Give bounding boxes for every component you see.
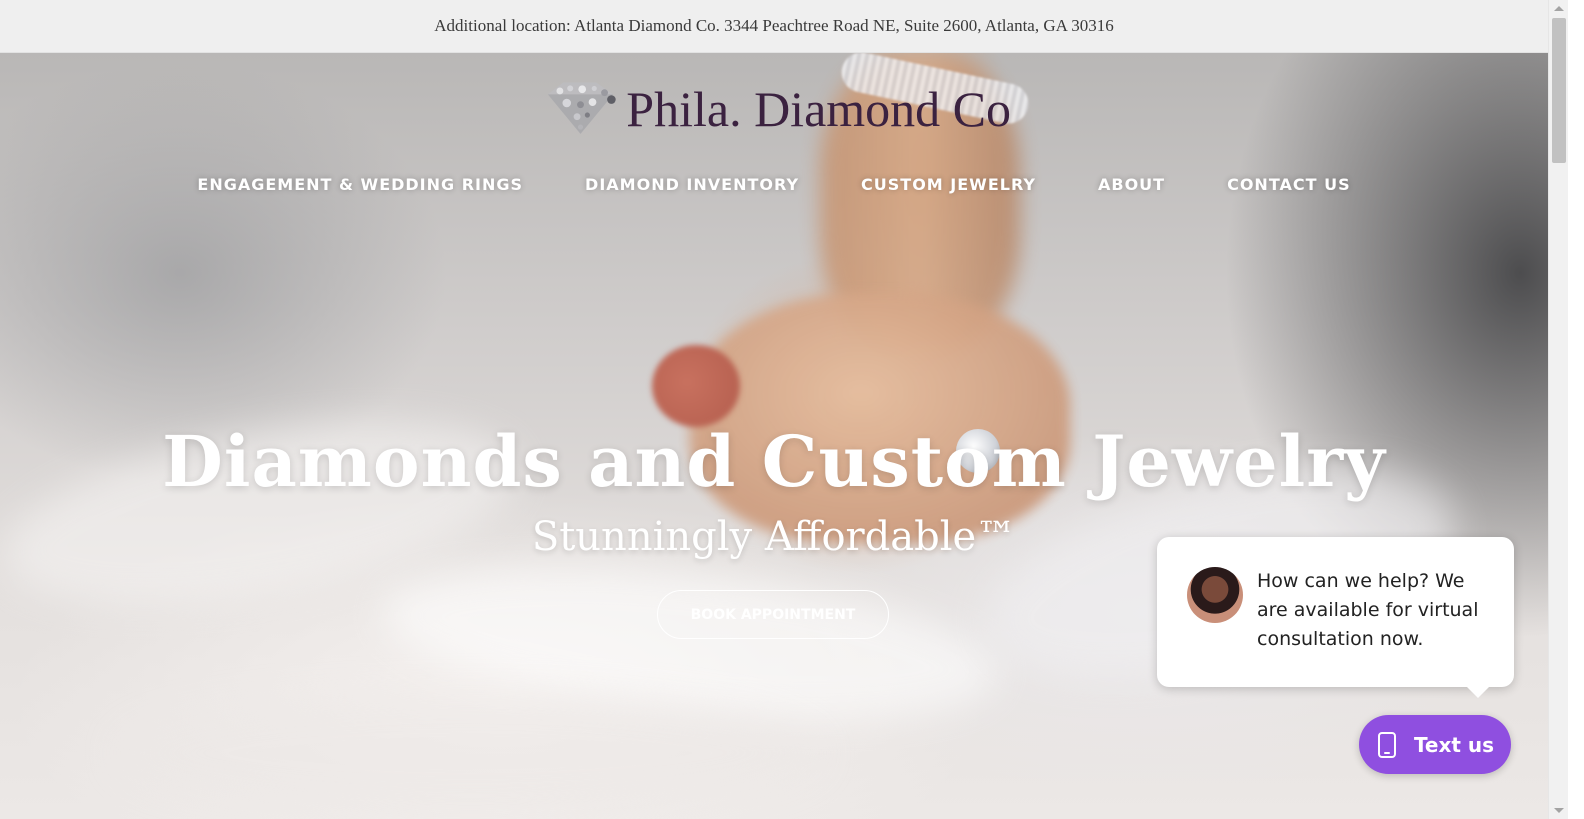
chat-invite-bubble[interactable]: How can we help? We are available for vi… — [1157, 537, 1514, 698]
location-announcement-text: Additional location: Atlanta Diamond Co.… — [434, 16, 1114, 35]
nav-item-custom-jewelry[interactable]: CUSTOM JEWELRY — [861, 175, 1036, 194]
scrollbar-thumb[interactable] — [1552, 18, 1566, 163]
scroll-down-arrow-icon[interactable] — [1554, 808, 1564, 813]
text-us-label: Text us — [1413, 732, 1495, 757]
nav-item-contact-us[interactable]: CONTACT US — [1227, 175, 1351, 194]
chat-invite-message: How can we help? We are available for vi… — [1257, 570, 1479, 650]
diamond-icon — [547, 82, 616, 134]
hero-background-hand — [690, 293, 1070, 543]
main-navigation: ENGAGEMENT & WEDDING RINGS DIAMOND INVEN… — [0, 175, 1548, 194]
scroll-up-arrow-icon[interactable] — [1554, 6, 1564, 11]
hero-background-fabric — [120, 693, 820, 813]
page-scrollbar[interactable] — [1548, 0, 1568, 819]
chat-agent-avatar — [1187, 567, 1243, 623]
site-logo[interactable]: Phila. Diamond Co — [541, 74, 1011, 144]
logo-wordmark: Phila. Diamond Co — [626, 81, 1011, 137]
window-edge — [1568, 0, 1584, 819]
mobile-phone-icon — [1377, 731, 1396, 758]
nav-item-engagement-wedding-rings[interactable]: ENGAGEMENT & WEDDING RINGS — [197, 175, 523, 194]
hero-background-thumb — [652, 345, 740, 427]
nav-item-about[interactable]: ABOUT — [1098, 175, 1165, 194]
hero-headline: Diamonds and Custom Jewelry — [162, 420, 1386, 503]
book-appointment-button[interactable]: BOOK APPOINTMENT — [657, 590, 889, 639]
text-us-button[interactable]: Text us — [1359, 715, 1511, 774]
nav-item-diamond-inventory[interactable]: DIAMOND INVENTORY — [585, 175, 799, 194]
location-announcement-bar: Additional location: Atlanta Diamond Co.… — [0, 0, 1548, 53]
